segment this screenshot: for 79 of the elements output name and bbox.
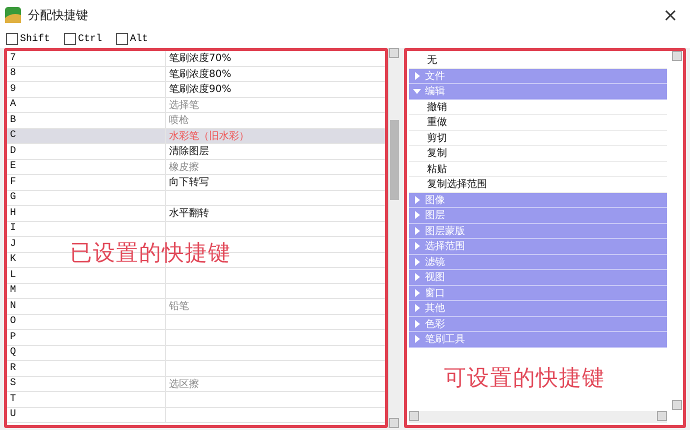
action-label: 向下转写	[169, 176, 209, 190]
shortcut-row[interactable]: O	[7, 314, 385, 330]
tree-item[interactable]: 粘贴	[413, 162, 447, 176]
close-button[interactable]: ×	[654, 4, 686, 26]
shortcut-row[interactable]: M	[7, 284, 385, 299]
action-label: 笔刷浓度90%	[169, 82, 232, 96]
shortcut-row[interactable]: N 铅笔	[7, 299, 385, 314]
checkbox[interactable]	[64, 33, 76, 45]
key-label: M	[9, 285, 18, 296]
tree-item[interactable]: 撤销	[413, 100, 447, 114]
checkbox-label: Alt	[130, 34, 148, 44]
action-label: 笔刷浓度80%	[169, 68, 232, 81]
tree-item[interactable]: 无	[413, 53, 437, 68]
key-label: P	[9, 332, 18, 343]
tree-item[interactable]: 复制	[413, 146, 447, 160]
key-label: O	[9, 316, 18, 328]
key-label: G	[9, 192, 18, 204]
key-label: E	[9, 161, 18, 172]
tree-item[interactable]: 复制选择范围	[413, 177, 487, 192]
key-label: B	[9, 114, 18, 126]
shortcut-row[interactable]: 8 笔刷浓度80%	[7, 66, 385, 82]
shortcut-row[interactable]: R	[7, 361, 385, 376]
key-label: T	[9, 394, 18, 405]
key-label: R	[9, 362, 18, 374]
app-logo-icon	[4, 6, 22, 24]
tree-item[interactable]: 重做	[413, 115, 447, 130]
tree-item[interactable]: 剪切	[413, 130, 447, 145]
key-label: D	[9, 146, 18, 157]
shortcut-row[interactable]: E 橡皮擦	[7, 160, 385, 175]
shortcut-row[interactable]: I	[7, 222, 385, 237]
shortcut-row[interactable]: G	[7, 190, 385, 206]
action-label: 选区擦	[169, 378, 199, 391]
shortcut-row[interactable]: L	[7, 268, 385, 284]
key-label: U	[9, 409, 18, 420]
key-label: Q	[9, 347, 18, 358]
checkbox-label: Ctrl	[78, 34, 102, 44]
caret-down-icon	[413, 87, 421, 96]
key-label: 9	[9, 84, 18, 95]
shortcut-row[interactable]: C 水彩笔（旧水彩）	[7, 128, 385, 144]
shortcut-row[interactable]: H 水平翻转	[7, 206, 385, 222]
shortcut-row[interactable]: 7 笔刷浓度70%	[7, 51, 385, 66]
scrollbar[interactable]	[388, 48, 400, 428]
key-label: I	[9, 223, 18, 234]
horizontal-scrollbar[interactable]	[409, 411, 667, 423]
action-label: 水平翻转	[169, 206, 209, 220]
shortcut-row[interactable]: A 选择笔	[7, 98, 385, 113]
shortcut-row[interactable]: 9 笔刷浓度90%	[7, 82, 385, 98]
key-label: 7	[9, 52, 18, 64]
key-label: N	[9, 300, 18, 312]
action-label: 喷枪	[169, 114, 189, 128]
checkbox-label: Shift	[20, 34, 50, 44]
shortcut-row[interactable]: U	[7, 408, 385, 423]
action-label: 选择笔	[169, 98, 199, 112]
caret-right-icon	[413, 72, 421, 80]
scrollbar[interactable]	[672, 51, 682, 410]
shortcut-row[interactable]: S 选区擦	[7, 376, 385, 392]
action-label: 水彩笔（旧水彩）	[169, 130, 249, 143]
action-label: 清除图层	[169, 144, 209, 158]
action-label: 笔刷浓度70%	[169, 52, 232, 66]
action-label: 橡皮擦	[169, 160, 199, 174]
window-title: 分配快捷键	[28, 6, 88, 24]
key-label: 8	[9, 68, 18, 80]
shortcut-row[interactable]: D 清除图层	[7, 144, 385, 160]
shortcut-row[interactable]: P	[7, 330, 385, 346]
key-label: K	[9, 254, 18, 266]
key-label: F	[9, 176, 18, 188]
checkbox[interactable]	[6, 33, 18, 45]
shortcut-row[interactable]: F 向下转写	[7, 175, 385, 190]
checkbox[interactable]	[116, 33, 128, 45]
key-label: L	[9, 270, 18, 281]
key-label: A	[9, 99, 18, 110]
action-label: 铅笔	[169, 300, 189, 314]
key-label: J	[9, 238, 18, 250]
annotation-text: 可设置的快捷键	[444, 365, 605, 393]
shortcut-row[interactable]: Q	[7, 346, 385, 361]
key-label: S	[9, 378, 18, 390]
key-label: H	[9, 208, 18, 219]
shortcut-row[interactable]: T	[7, 392, 385, 408]
key-label: C	[9, 130, 18, 142]
